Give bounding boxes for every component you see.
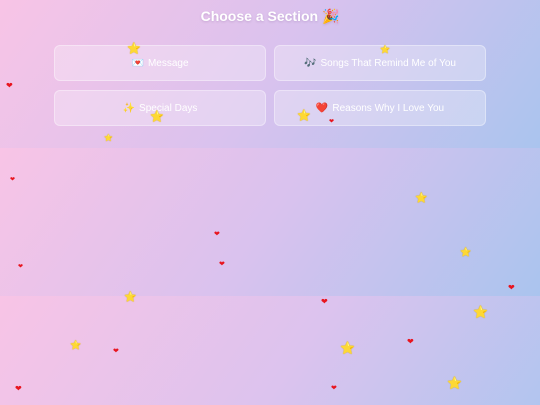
section-label: Message bbox=[147, 57, 189, 69]
songs-button[interactable]: 🎶 Songs That Remind Me of You bbox=[274, 45, 486, 81]
music-notes-icon: 🎶 bbox=[304, 57, 317, 69]
background-band bbox=[0, 148, 540, 296]
heart-icon: ❤️ bbox=[315, 102, 329, 114]
section-label: Reasons Why I Love You bbox=[332, 102, 445, 114]
background-band bbox=[0, 296, 540, 405]
section-label: Songs That Remind Me of You bbox=[320, 57, 456, 69]
section-menu: 💌 Message 🎶 Songs That Remind Me of You … bbox=[54, 45, 486, 126]
message-button[interactable]: 💌 Message bbox=[54, 45, 266, 81]
page-title: Choose a Section 🎉 bbox=[200, 8, 340, 24]
section-label: Special Days bbox=[139, 102, 198, 114]
sparkles-icon: ✨ bbox=[122, 102, 136, 114]
special-days-button[interactable]: ✨ Special Days bbox=[54, 90, 266, 126]
love-letter-icon: 💌 bbox=[131, 57, 144, 69]
reasons-button[interactable]: ❤️ Reasons Why I Love You bbox=[274, 90, 486, 126]
